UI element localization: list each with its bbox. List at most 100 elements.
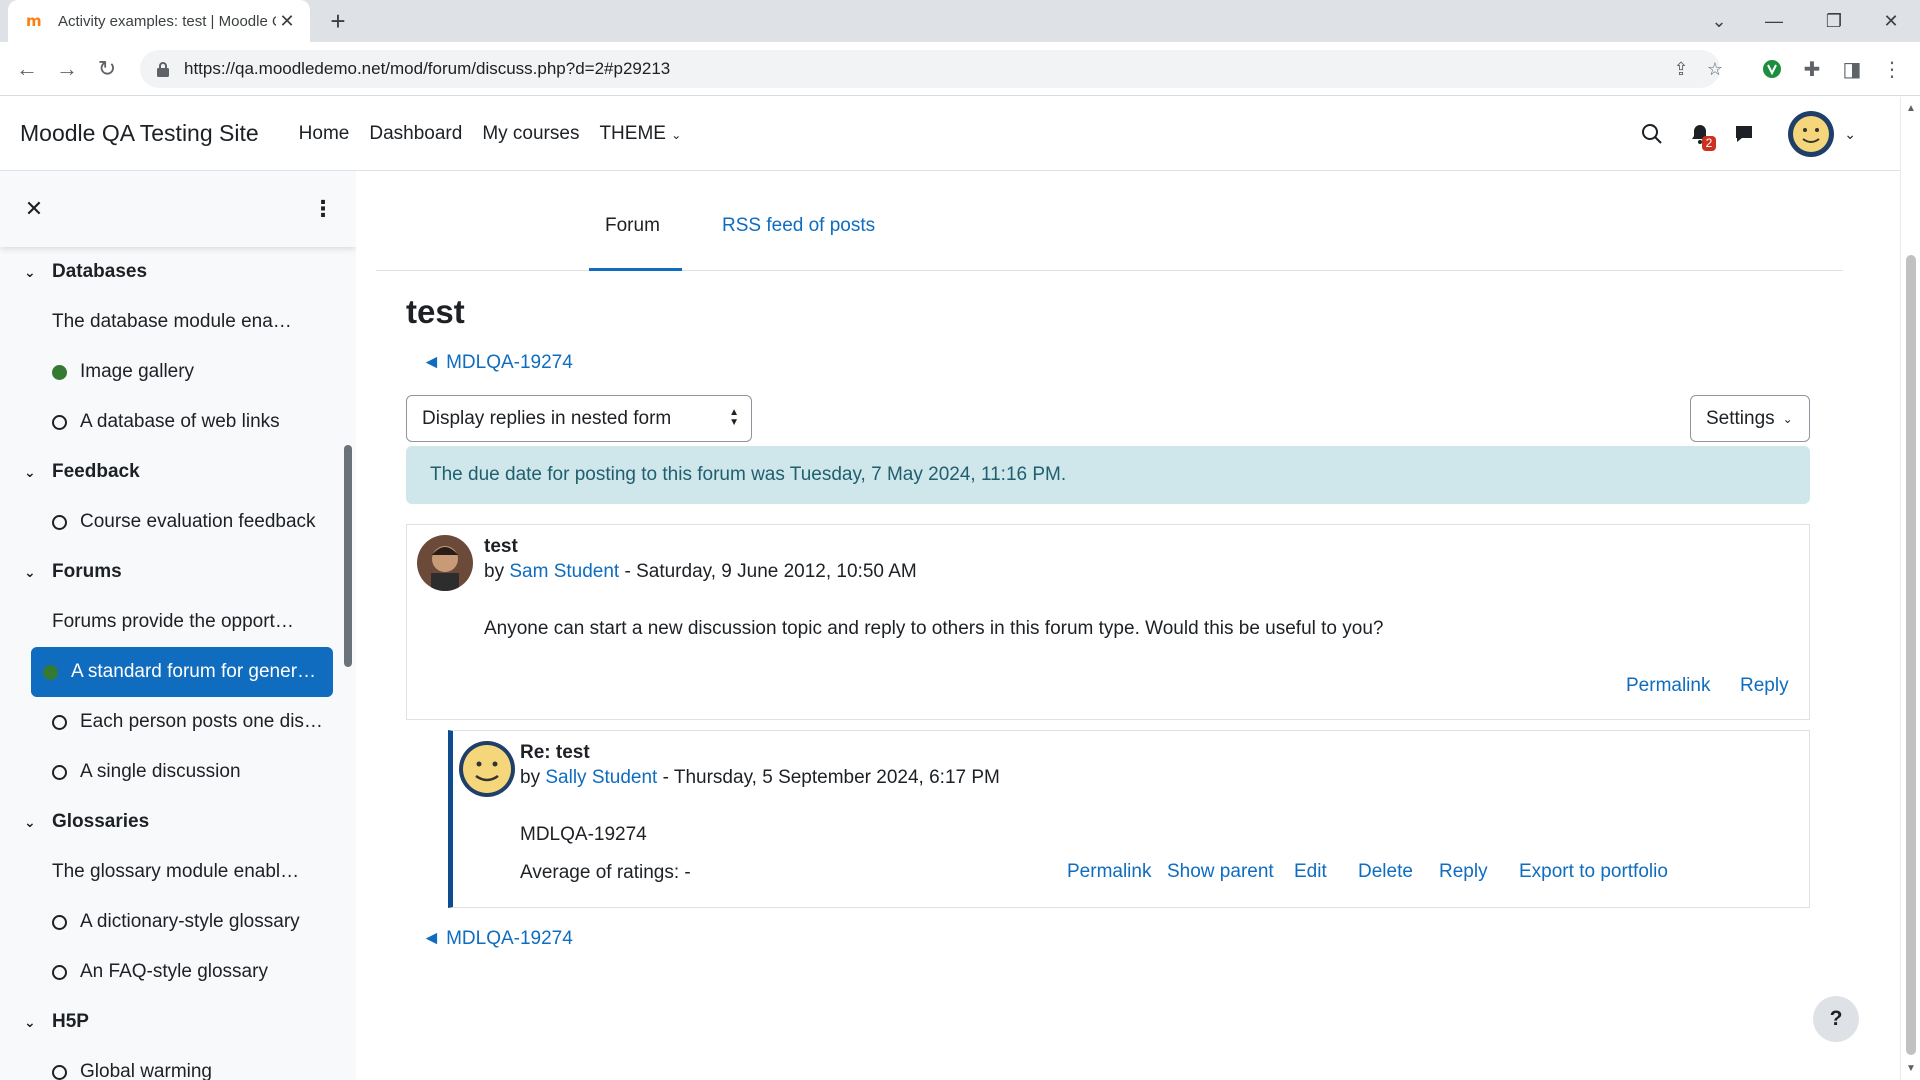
display-mode-select[interactable]: Display replies in nested form ▲ ▼	[406, 395, 752, 442]
reload-icon[interactable]: ↻	[91, 53, 123, 85]
tab-rss-feed[interactable]: RSS feed of posts	[722, 215, 875, 237]
activity-item[interactable]: A single discussion	[0, 747, 332, 797]
nav-home[interactable]: Home	[299, 123, 350, 145]
side-panel-icon[interactable]: ◨	[1836, 53, 1868, 85]
primary-navigation: Home Dashboard My courses THEME ⌄	[299, 123, 702, 145]
user-menu[interactable]: ⌄	[1788, 111, 1856, 157]
nav-theme[interactable]: THEME ⌄	[599, 123, 681, 145]
drawer-scrollbar[interactable]	[344, 445, 352, 667]
chevron-down-icon[interactable]: ⌄	[24, 264, 42, 281]
section-h5p[interactable]: ⌄ H5P	[0, 997, 356, 1047]
nav-theme-label: THEME	[599, 122, 666, 144]
alert-text: The due date for posting to this forum w…	[430, 464, 1067, 485]
show-parent-link[interactable]: Show parent	[1167, 861, 1274, 883]
close-drawer-icon[interactable]: ✕	[20, 195, 48, 223]
active-tab-indicator	[589, 268, 682, 271]
back-arrow-icon[interactable]: ←	[11, 53, 43, 85]
moodle-navbar: Moodle QA Testing Site Home Dashboard My…	[0, 97, 1900, 171]
scroll-up-icon[interactable]: ▲	[1906, 103, 1916, 114]
reply-link[interactable]: Reply	[1740, 675, 1789, 697]
section-title: Feedback	[52, 461, 140, 482]
post-body: Anyone can start a new discussion topic …	[484, 618, 1384, 639]
share-icon[interactable]: ⇪	[1668, 56, 1694, 82]
export-to-portfolio-link[interactable]: Export to portfolio	[1519, 861, 1668, 883]
tab-title: Activity examples: test | Moodle QA Test…	[58, 12, 276, 30]
section-glossaries[interactable]: ⌄ Glossaries	[0, 797, 356, 847]
search-icon[interactable]	[1630, 112, 1674, 156]
activity-label: A single discussion	[80, 761, 241, 782]
scrollbar-thumb[interactable]	[1906, 255, 1916, 1055]
avatar[interactable]	[417, 535, 473, 591]
activity-label: Each person posts one discu...	[80, 711, 330, 732]
forum-post: test by Sam Student - Saturday, 9 June 2…	[406, 524, 1810, 720]
chevron-down-icon[interactable]: ⌄	[24, 464, 42, 481]
avatar	[1788, 111, 1835, 157]
browser-tab[interactable]: m Activity examples: test | Moodle QA Te…	[8, 0, 310, 42]
chevron-down-icon[interactable]: ⌄	[24, 564, 42, 581]
page-scrollbar[interactable]: ▲ ▼	[1900, 97, 1920, 1080]
address-bar[interactable]: https://qa.moodledemo.net/mod/forum/disc…	[140, 50, 1723, 88]
author-link[interactable]: Sally Student	[545, 767, 657, 788]
display-mode-value: Display replies in nested form	[422, 407, 672, 429]
select-arrows-icon: ▲ ▼	[729, 407, 739, 428]
settings-button[interactable]: Settings ⌄	[1690, 395, 1810, 442]
new-tab-button[interactable]: +	[322, 6, 354, 38]
notification-bell-icon[interactable]: 2	[1678, 112, 1722, 156]
avatar[interactable]	[459, 741, 515, 797]
tab-search-icon[interactable]: ⌄	[1690, 0, 1748, 42]
completion-done-icon	[52, 364, 67, 380]
permalink-link[interactable]: Permalink	[1067, 861, 1151, 883]
activity-item[interactable]: Global warming	[0, 1047, 332, 1080]
reply-link[interactable]: Reply	[1439, 861, 1488, 883]
site-name[interactable]: Moodle QA Testing Site	[20, 120, 259, 147]
extensions-puzzle-icon[interactable]: ✚	[1796, 53, 1828, 85]
activity-item[interactable]: A standard forum for genera...	[31, 647, 333, 697]
bookmark-star-icon[interactable]: ☆	[1702, 56, 1728, 82]
author-link[interactable]: Sam Student	[509, 561, 619, 582]
messages-chat-icon[interactable]	[1722, 112, 1766, 156]
section-summary[interactable]: The database module enables ...	[0, 297, 332, 347]
extension-shield-icon[interactable]	[1756, 53, 1788, 85]
scroll-down-icon[interactable]: ▼	[1906, 1063, 1916, 1074]
activity-item[interactable]: An FAQ-style glossary	[0, 947, 332, 997]
section-forums[interactable]: ⌄ Forums	[0, 547, 356, 597]
post-body: MDLQA-19274	[520, 824, 647, 845]
activity-item[interactable]: A database of web links	[0, 397, 332, 447]
chevron-down-icon[interactable]: ⌄	[24, 814, 42, 831]
minimize-icon[interactable]: —	[1745, 0, 1803, 42]
main-region: Forum RSS feed of posts test ◄ MDLQA-192…	[356, 171, 1900, 1080]
discussion-nav-link-top[interactable]: ◄ MDLQA-19274	[422, 352, 573, 374]
edit-link[interactable]: Edit	[1294, 861, 1327, 883]
help-button[interactable]: ?	[1813, 996, 1859, 1042]
section-summary[interactable]: The glossary module enables p...	[0, 847, 332, 897]
nav-my-courses[interactable]: My courses	[482, 123, 579, 145]
section-feedback[interactable]: ⌄ Feedback	[0, 447, 356, 497]
tab-close-icon[interactable]: ✕	[276, 11, 298, 32]
drawer-options-icon[interactable]: ⋮	[309, 195, 337, 223]
completion-open-icon	[52, 514, 67, 530]
delete-link[interactable]: Delete	[1358, 861, 1413, 883]
average-ratings: Average of ratings: -	[520, 862, 691, 883]
post-subject: test	[484, 536, 518, 557]
section-summary[interactable]: Forums provide the opportunit...	[0, 597, 332, 647]
restore-icon[interactable]: ❐	[1805, 0, 1863, 42]
tab-forum[interactable]: Forum	[605, 215, 660, 237]
discussion-nav-link-bottom[interactable]: ◄ MDLQA-19274	[422, 928, 573, 950]
permalink-link[interactable]: Permalink	[1626, 675, 1710, 697]
settings-label: Settings	[1706, 407, 1775, 429]
page-title: test	[406, 293, 465, 330]
window-close-icon[interactable]: ✕	[1862, 0, 1920, 42]
forward-arrow-icon[interactable]: →	[51, 53, 83, 85]
due-date-alert: The due date for posting to this forum w…	[406, 446, 1810, 504]
section-title: Glossaries	[52, 811, 150, 832]
nav-dashboard[interactable]: Dashboard	[369, 123, 462, 145]
forum-reply-post: Re: test by Sally Student - Thursday, 5 …	[448, 730, 1810, 908]
activity-item[interactable]: Image gallery	[0, 347, 332, 397]
browser-menu-icon[interactable]: ⋮	[1876, 53, 1908, 85]
chevron-down-icon[interactable]: ⌄	[24, 1014, 42, 1031]
activity-item[interactable]: A dictionary-style glossary	[0, 897, 332, 947]
section-databases[interactable]: ⌄ Databases	[0, 247, 356, 297]
post-subject: Re: test	[520, 742, 590, 763]
activity-item[interactable]: Course evaluation feedback	[0, 497, 332, 547]
activity-item[interactable]: Each person posts one discu...	[0, 697, 332, 747]
